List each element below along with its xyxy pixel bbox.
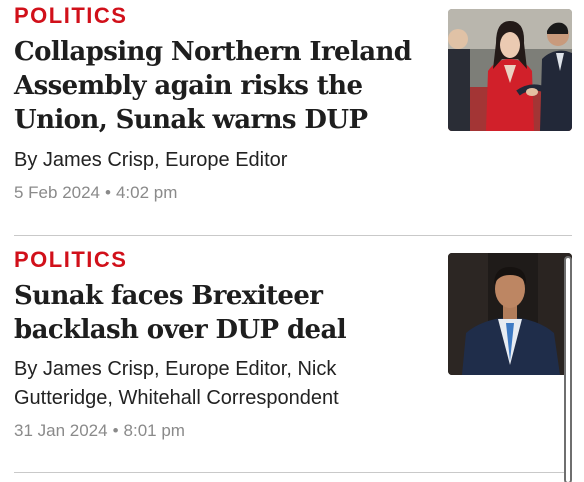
scrollbar[interactable] xyxy=(566,258,570,482)
meta-separator: • xyxy=(105,183,111,202)
section-label[interactable]: POLITICS xyxy=(14,247,127,273)
article-time: 4:02 pm xyxy=(115,183,178,202)
article-headline[interactable]: Collapsing Northern Ireland Assembly aga… xyxy=(14,35,419,137)
article-thumbnail[interactable] xyxy=(448,9,572,131)
article-divider xyxy=(14,235,572,236)
section-label[interactable]: POLITICS xyxy=(14,3,127,29)
article-card[interactable]: POLITICS Collapsing Northern Ireland Ass… xyxy=(0,0,584,236)
article-headline[interactable]: Sunak faces Brexiteer backlash over DUP … xyxy=(14,279,419,347)
article-card[interactable]: POLITICS Sunak faces Brexiteer backlash … xyxy=(0,237,584,473)
article-thumbnail[interactable] xyxy=(448,253,572,375)
article-byline: By James Crisp, Europe Editor, Nick Gutt… xyxy=(14,358,339,409)
article-timestamp: 31 Jan 2024 • 8:01 pm xyxy=(14,420,185,442)
article-time: 8:01 pm xyxy=(123,421,185,440)
article-date: 31 Jan 2024 xyxy=(14,421,108,440)
meta-separator: • xyxy=(112,421,119,440)
article-date: 5 Feb 2024 xyxy=(14,183,101,202)
article-timestamp: 5 Feb 2024 • 4:02 pm xyxy=(14,182,177,204)
article-divider xyxy=(14,472,572,473)
article-byline: By James Crisp, Europe Editor xyxy=(14,149,288,171)
